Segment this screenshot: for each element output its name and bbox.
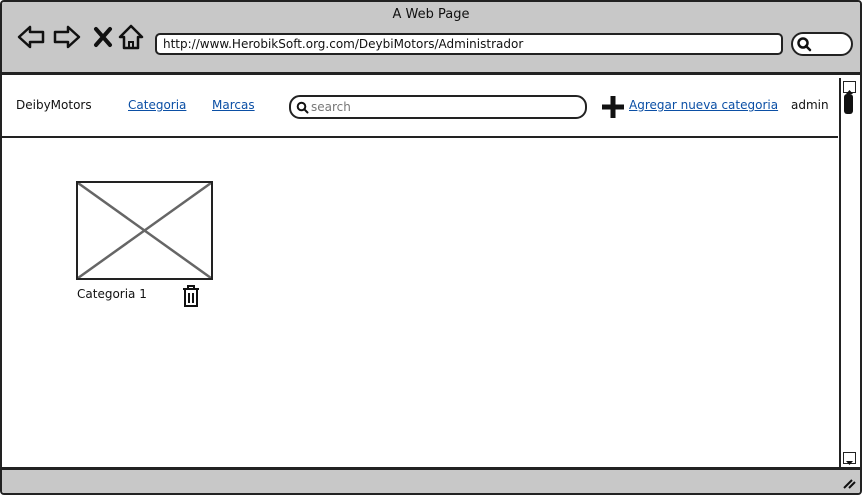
page-title: A Web Page (392, 7, 470, 22)
vertical-scrollbar[interactable] (839, 78, 858, 467)
back-icon[interactable] (16, 22, 46, 52)
scroll-up-button[interactable] (843, 81, 856, 94)
category-image-placeholder[interactable] (76, 181, 213, 280)
search-icon (797, 37, 812, 52)
scroll-thumb[interactable] (844, 94, 853, 114)
nav-link-marcas[interactable]: Marcas (212, 98, 255, 112)
nav-link-categoria[interactable]: Categoria (128, 98, 186, 112)
trash-icon[interactable] (180, 284, 202, 312)
browser-chrome: A Web Page http://www.HerobikSoft.org.co… (2, 2, 860, 75)
status-bar (2, 467, 860, 493)
forward-icon[interactable] (52, 22, 82, 52)
page-content: DeibyMotors Categoria Marcas Agregar nue… (2, 75, 838, 467)
image-placeholder-icon (78, 183, 211, 278)
scroll-down-button[interactable] (843, 452, 856, 465)
close-icon[interactable] (90, 22, 120, 52)
browser-search-field[interactable] (791, 32, 853, 56)
browser-window: A Web Page http://www.HerobikSoft.org.co… (0, 0, 862, 495)
add-category-link[interactable]: Agregar nueva categoria (629, 98, 778, 112)
plus-icon[interactable] (600, 94, 626, 124)
resize-grip-icon[interactable] (840, 475, 856, 493)
category-name: Categoria 1 (77, 287, 147, 301)
search-icon (296, 101, 309, 114)
url-bar[interactable]: http://www.HerobikSoft.org.com/DeybiMoto… (155, 33, 783, 55)
search-input[interactable] (311, 98, 571, 115)
site-search[interactable] (289, 95, 587, 119)
home-icon[interactable] (117, 22, 147, 52)
user-label[interactable]: admin (791, 98, 829, 112)
top-navbar: DeibyMotors Categoria Marcas Agregar nue… (2, 75, 838, 138)
brand-name: DeibyMotors (16, 98, 92, 112)
